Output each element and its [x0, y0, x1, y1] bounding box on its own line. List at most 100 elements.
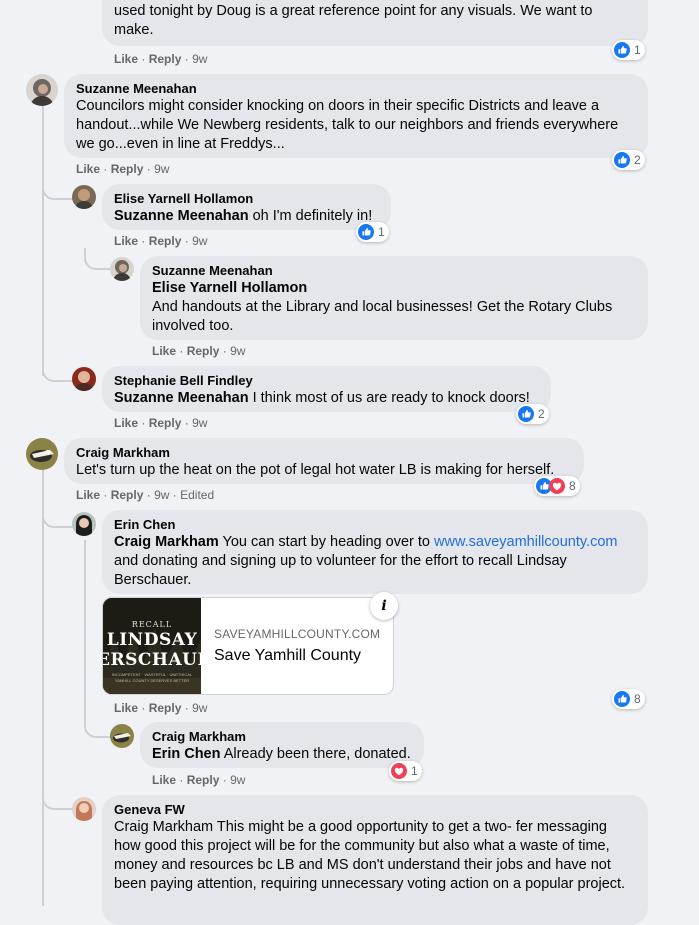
like-button[interactable]: Like — [76, 488, 100, 502]
thumb-tagline: INCOMPETENT · WASTEFUL · UNETHICAL — [111, 672, 193, 677]
comment-timestamp[interactable]: 9w — [154, 162, 169, 176]
like-button[interactable]: Like — [114, 52, 138, 66]
comment-timestamp[interactable]: 9w — [192, 701, 207, 715]
comment-timestamp[interactable]: 9w — [192, 416, 207, 430]
comment-timestamp[interactable]: 9w — [230, 773, 245, 787]
reply-button[interactable]: Reply — [149, 52, 182, 66]
avatar[interactable] — [110, 257, 134, 281]
avatar[interactable] — [72, 367, 96, 391]
comment-actions: Like · Reply · 9w — [152, 772, 245, 788]
edited-label[interactable]: Edited — [180, 488, 214, 502]
reaction-summary[interactable]: 2 — [612, 150, 645, 170]
separator: · — [184, 52, 189, 66]
link-preview-card[interactable]: RECALL LINDSAY ERSCHAUE INCOMPETENT · WA… — [102, 597, 394, 695]
comment-body: Already been there, donated. — [220, 746, 411, 762]
comment-author[interactable]: Craig Markham — [76, 444, 572, 461]
love-icon — [391, 763, 407, 779]
comment-author[interactable]: Suzanne Meenahan — [152, 262, 636, 279]
reply-button[interactable]: Reply — [187, 344, 220, 358]
mention-link[interactable]: Suzanne Meenahan — [114, 390, 249, 406]
comment-author[interactable]: Geneva FW — [114, 801, 636, 818]
reply-button[interactable]: Reply — [149, 701, 182, 715]
like-icon — [614, 152, 630, 168]
comment-text-line: make. — [114, 22, 154, 38]
reaction-count: 1 — [378, 225, 385, 239]
thread-branch — [42, 180, 74, 200]
comment-actions: Like · Reply · 9w — [76, 161, 169, 177]
reaction-count: 8 — [569, 479, 576, 493]
comment-timestamp[interactable]: 9w — [192, 234, 207, 248]
avatar[interactable] — [26, 74, 58, 106]
thread-branch — [42, 508, 74, 528]
url-link[interactable]: www.saveyamhillcounty.com — [434, 534, 617, 550]
comment-actions: Like · Reply · 9w · Edited — [76, 487, 214, 503]
comment-actions: Like · Reply · 9w — [114, 51, 207, 67]
thumb-name-line2: ERSCHAUE — [103, 650, 201, 670]
like-button[interactable]: Like — [114, 234, 138, 248]
reply-button[interactable]: Reply — [149, 416, 182, 430]
comment-actions: Like · Reply · 9w — [114, 233, 207, 249]
reply-button[interactable]: Reply — [111, 488, 144, 502]
avatar[interactable] — [72, 185, 96, 209]
comment-actions: Like · Reply · 9w — [114, 700, 207, 716]
separator: · — [141, 416, 146, 430]
thread-branch — [42, 360, 74, 382]
comment-bubble: Craig Markham Erin Chen Already been the… — [140, 722, 424, 768]
reaction-summary[interactable]: 1 — [356, 222, 389, 242]
comment-text: Craig Markham You can start by heading o… — [114, 533, 636, 590]
like-button[interactable]: Like — [152, 773, 176, 787]
comment-timestamp[interactable]: 9w — [154, 488, 169, 502]
mention-link[interactable]: Suzanne Meenahan — [114, 208, 249, 224]
comment-text: Craig Markham This might be a good oppor… — [114, 819, 626, 892]
like-button[interactable]: Like — [152, 344, 176, 358]
comment-timestamp[interactable]: 9w — [230, 344, 245, 358]
info-button[interactable]: i — [370, 592, 398, 620]
reaction-count: 2 — [634, 153, 641, 167]
mention-link[interactable]: Elise Yarnell Hollamon — [152, 279, 636, 298]
reply-button[interactable]: Reply — [111, 162, 144, 176]
avatar[interactable] — [26, 438, 58, 470]
comment-text: And handouts at the Library and local bu… — [152, 299, 613, 334]
comment-bubble: used tonight by Doug is a great referenc… — [102, 0, 648, 46]
mention-link[interactable]: Craig Markham — [114, 534, 219, 550]
like-icon — [518, 406, 534, 422]
like-icon — [614, 42, 630, 58]
separator: · — [141, 701, 146, 715]
comment-text-line: used tonight by Doug is a great referenc… — [114, 3, 593, 19]
avatar[interactable] — [110, 724, 134, 748]
comment-author[interactable]: Elise Yarnell Hollamon — [114, 190, 379, 207]
comment-text: Suzanne Meenahan I think most of us are … — [114, 389, 539, 408]
comment-author[interactable]: Erin Chen — [114, 516, 636, 533]
comment-author[interactable]: Suzanne Meenahan — [76, 80, 636, 97]
info-icon: i — [381, 598, 387, 614]
avatar[interactable] — [72, 797, 96, 821]
mention-link[interactable]: Erin Chen — [152, 746, 220, 762]
reply-button[interactable]: Reply — [149, 234, 182, 248]
comment-body: and donating and signing up to volunteer… — [114, 553, 567, 588]
comment-body: I think most of us are ready to knock do… — [248, 390, 530, 406]
comment-author[interactable]: Craig Markham — [152, 728, 412, 745]
thread-branch — [84, 718, 112, 738]
comment-bubble: Suzanne Meenahan Elise Yarnell Hollamon … — [140, 256, 648, 340]
comment-body: You can start by heading over to — [218, 534, 434, 550]
like-button[interactable]: Like — [114, 416, 138, 430]
separator: · — [179, 344, 184, 358]
reaction-summary[interactable]: 8 — [534, 476, 580, 496]
reply-button[interactable]: Reply — [187, 773, 220, 787]
reaction-summary[interactable]: 8 — [612, 689, 645, 709]
reaction-count: 2 — [538, 407, 545, 421]
like-button[interactable]: Like — [76, 162, 100, 176]
avatar[interactable] — [72, 512, 96, 536]
reaction-summary[interactable]: 1 — [612, 40, 645, 60]
comment-timestamp[interactable]: 9w — [192, 52, 207, 66]
reaction-summary[interactable]: 1 — [389, 761, 422, 781]
comment-bubble: Stephanie Bell Findley Suzanne Meenahan … — [102, 366, 551, 412]
reaction-summary[interactable]: 2 — [516, 404, 549, 424]
thumb-recall-text: RECALL — [131, 620, 173, 629]
thread-line — [42, 106, 44, 376]
separator: · — [222, 773, 227, 787]
link-title: Save Yamhill County — [214, 647, 362, 664]
like-button[interactable]: Like — [114, 701, 138, 715]
comment-author[interactable]: Stephanie Bell Findley — [114, 372, 539, 389]
reaction-count: 8 — [634, 692, 641, 706]
